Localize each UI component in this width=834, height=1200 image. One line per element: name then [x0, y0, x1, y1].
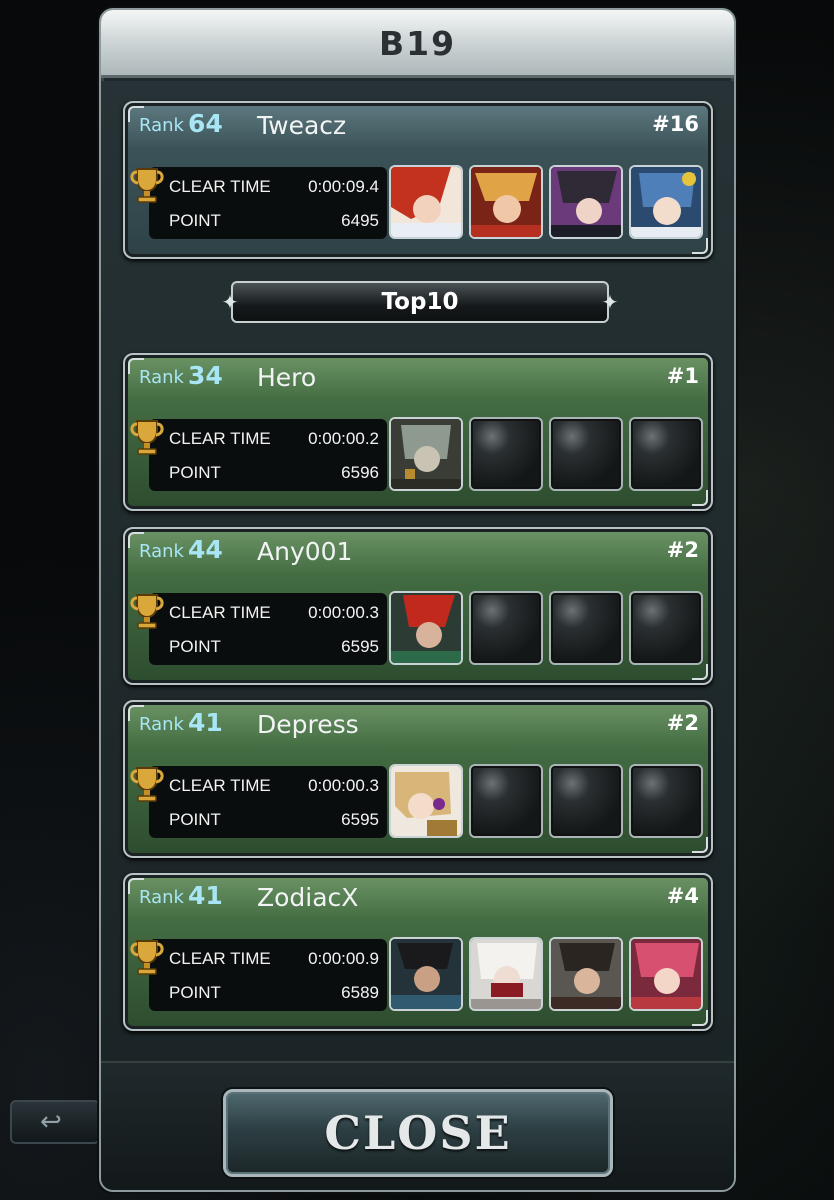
- party-member-portrait[interactable]: [389, 165, 463, 239]
- sparkle-left-icon: ✦: [221, 290, 239, 314]
- empty-party-slot: [629, 591, 703, 665]
- empty-party-slot: [469, 417, 543, 491]
- point-value: 6589: [341, 983, 379, 1002]
- ranking-list[interactable]: Rank 64 Tweacz #16 CLEAR TIME 0:00:09.4 …: [101, 81, 734, 1061]
- point-label: POINT: [169, 810, 221, 829]
- stats-box: CLEAR TIME 0:00:00.3 POINT 6595: [149, 593, 387, 665]
- party-member-portrait[interactable]: [469, 937, 543, 1011]
- party-member-portrait[interactable]: [389, 937, 463, 1011]
- clear-time-label: CLEAR TIME: [169, 776, 271, 795]
- clear-time-value: 0:00:00.3: [308, 603, 379, 622]
- rank-label: Rank: [139, 714, 184, 735]
- empty-party-slot: [469, 764, 543, 838]
- clear-time-label: CLEAR TIME: [169, 177, 271, 196]
- clear-time-value: 0:00:00.3: [308, 776, 379, 795]
- rank-label: Rank: [139, 115, 184, 136]
- empty-party-slot: [549, 417, 623, 491]
- empty-party-slot: [549, 764, 623, 838]
- player-name: ZodiacX: [257, 883, 359, 912]
- floor-title: B19: [378, 24, 457, 63]
- clear-time-value: 0:00:09.4: [308, 177, 379, 196]
- ranking-entry: Rank 41 ZodiacX #4 CLEAR TIME 0:00:00.9 …: [123, 873, 713, 1031]
- player-name: Depress: [257, 710, 359, 739]
- back-arrow-icon: ↩: [40, 1107, 62, 1137]
- leaderboard-place: #16: [652, 112, 699, 136]
- ranking-entry: Rank 34 Hero #1 CLEAR TIME 0:00:00.2 POI…: [123, 353, 713, 511]
- close-button-label: CLOSE: [324, 1106, 512, 1160]
- stats-box: CLEAR TIME 0:00:00.3 POINT 6595: [149, 766, 387, 838]
- point-value: 6595: [341, 637, 379, 656]
- leaderboard-place: #1: [666, 364, 699, 388]
- party-member-portrait[interactable]: [389, 591, 463, 665]
- point-label: POINT: [169, 211, 221, 230]
- close-button[interactable]: CLOSE: [223, 1089, 613, 1177]
- player-rank: 41: [188, 881, 223, 910]
- sparkle-right-icon: ✦: [601, 290, 619, 314]
- player-rank: 41: [188, 708, 223, 737]
- player-name: Tweacz: [257, 111, 347, 140]
- trophy-icon: [130, 767, 164, 802]
- top10-label: Top10: [381, 289, 459, 315]
- clear-time-label: CLEAR TIME: [169, 949, 271, 968]
- trophy-icon: [130, 940, 164, 975]
- point-label: POINT: [169, 637, 221, 656]
- ranking-entry: Rank 41 Depress #2 CLEAR TIME 0:00:00.3 …: [123, 700, 713, 858]
- ranking-entry: Rank 44 Any001 #2 CLEAR TIME 0:00:00.3 P…: [123, 527, 713, 685]
- party-member-portrait[interactable]: [549, 165, 623, 239]
- point-value: 6495: [341, 211, 379, 230]
- leaderboard-place: #2: [666, 538, 699, 562]
- trophy-icon: [130, 594, 164, 629]
- clear-time-label: CLEAR TIME: [169, 603, 271, 622]
- rank-label: Rank: [139, 367, 184, 388]
- party-member-portrait[interactable]: [469, 165, 543, 239]
- player-rank: 64: [188, 109, 223, 138]
- party-member-portrait[interactable]: [629, 937, 703, 1011]
- point-value: 6595: [341, 810, 379, 829]
- player-name: Any001: [257, 537, 353, 566]
- my-ranking-entry: Rank 64 Tweacz #16 CLEAR TIME 0:00:09.4 …: [123, 101, 713, 259]
- point-value: 6596: [341, 463, 379, 482]
- leaderboard-place: #2: [666, 711, 699, 735]
- player-rank: 34: [188, 361, 223, 390]
- background-back-button: ↩: [10, 1100, 100, 1144]
- rank-label: Rank: [139, 541, 184, 562]
- leaderboard-place: #4: [666, 884, 699, 908]
- point-label: POINT: [169, 983, 221, 1002]
- empty-party-slot: [629, 417, 703, 491]
- trophy-icon: [130, 168, 164, 203]
- clear-time-value: 0:00:00.2: [308, 429, 379, 448]
- point-label: POINT: [169, 463, 221, 482]
- party-member-portrait[interactable]: [389, 764, 463, 838]
- rank-label: Rank: [139, 887, 184, 908]
- panel-footer: CLOSE: [101, 1061, 734, 1190]
- player-rank: 44: [188, 535, 223, 564]
- empty-party-slot: [469, 591, 543, 665]
- top10-divider: ✦ Top10 ✦: [222, 281, 618, 323]
- trophy-icon: [130, 420, 164, 455]
- stats-box: CLEAR TIME 0:00:00.9 POINT 6589: [149, 939, 387, 1011]
- player-name: Hero: [257, 363, 317, 392]
- ranking-panel: B19 Rank 64 Tweacz #16 CLEAR TIME 0:00:0…: [99, 8, 736, 1192]
- empty-party-slot: [629, 764, 703, 838]
- stats-box: CLEAR TIME 0:00:00.2 POINT 6596: [149, 419, 387, 491]
- empty-party-slot: [549, 591, 623, 665]
- stats-box: CLEAR TIME 0:00:09.4 POINT 6495: [149, 167, 387, 239]
- clear-time-label: CLEAR TIME: [169, 429, 271, 448]
- party-member-portrait[interactable]: [549, 937, 623, 1011]
- party-member-portrait[interactable]: [629, 165, 703, 239]
- clear-time-value: 0:00:00.9: [308, 949, 379, 968]
- panel-header: B19: [101, 10, 734, 78]
- party-member-portrait[interactable]: [389, 417, 463, 491]
